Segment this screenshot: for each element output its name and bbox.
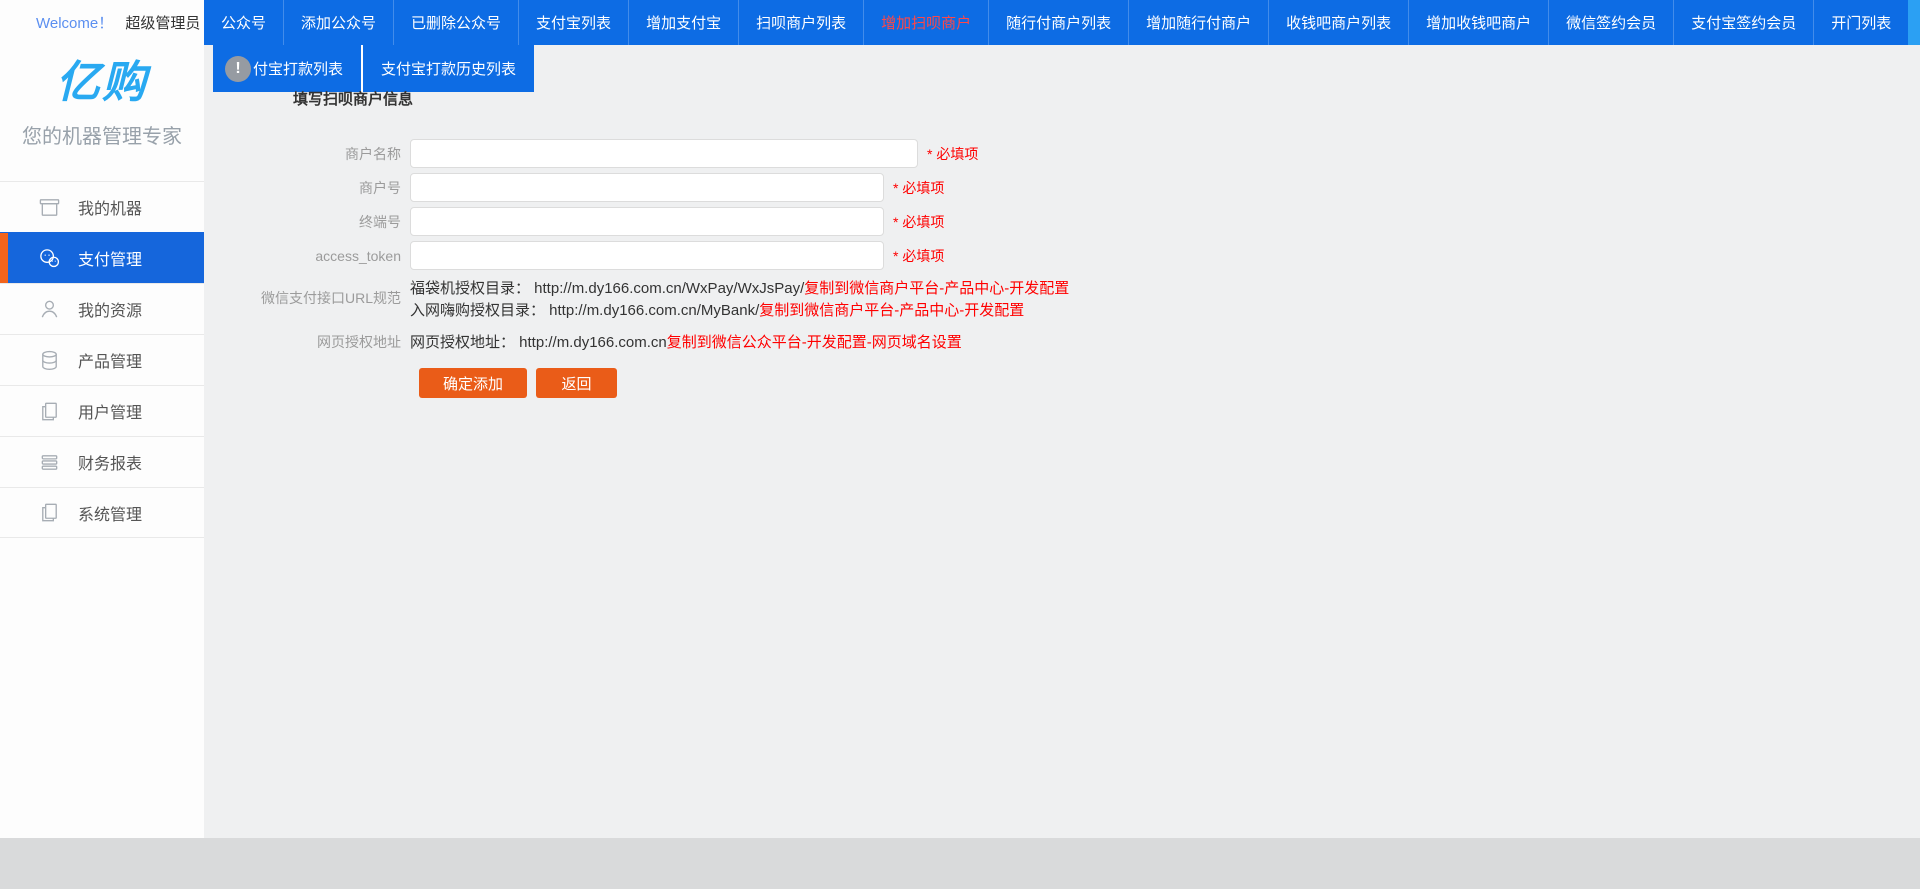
main-area: 公众号 添加公众号 已删除公众号 支付宝列表 增加支付宝 扫呗商户列表 增加扫呗…: [204, 0, 1920, 838]
form-row-merchant-id: 商户号 * 必填项: [204, 173, 1920, 202]
button-row: 确定添加 返回: [419, 368, 1920, 398]
finance-icon: [37, 450, 61, 474]
nav-item-official-accounts[interactable]: 公众号: [204, 0, 283, 45]
nav-item-alipay-signed-members[interactable]: 支付宝签约会员: [1673, 0, 1813, 45]
merchant-id-label: 商户号: [204, 178, 410, 198]
merchant-form: 商户名称 * 必填项 商户号 * 必填项 终端号 * 必填项 access_to…: [204, 139, 1920, 398]
welcome-text: Welcome！: [36, 15, 113, 32]
nav-item-add-official-account[interactable]: 添加公众号: [283, 0, 393, 45]
url-text: 入网嗨购授权目录： http://m.dy166.com.cn/MyBank/: [410, 302, 759, 319]
required-note: * 必填项: [927, 144, 978, 164]
machine-icon: [37, 195, 61, 219]
merchant-name-input[interactable]: [410, 139, 918, 168]
sidebar-item-label: 产品管理: [78, 348, 142, 372]
top-nav-items: 公众号 添加公众号 已删除公众号 支付宝列表 增加支付宝 扫呗商户列表 增加扫呗…: [204, 0, 1908, 45]
copy-instruction: 复制到微信商户平台-产品中心-开发配置: [759, 302, 1024, 319]
copy-instruction: 复制到微信商户平台-产品中心-开发配置: [804, 280, 1069, 297]
wechat-url-spec-section: 微信支付接口URL规范 福袋机授权目录： http://m.dy166.com.…: [204, 278, 1920, 321]
form-row-access-token: access_token * 必填项: [204, 241, 1920, 270]
sub-tabbar: ! 付宝打款列表 支付宝打款历史列表: [213, 45, 534, 92]
nav-item-suixingpay-merchant-list[interactable]: 随行付商户列表: [988, 0, 1128, 45]
sidebar-menu: 我的机器 支付管理 我的资源 产品管理: [0, 181, 204, 538]
tab-alipay-transfer-history-list[interactable]: 支付宝打款历史列表: [363, 45, 534, 92]
form-title: 填写扫呗商户信息: [293, 88, 413, 109]
merchant-id-input[interactable]: [410, 173, 884, 202]
sidebar-item-label: 系统管理: [78, 501, 142, 525]
sidebar-item-finance-reports[interactable]: 财务报表: [0, 436, 204, 487]
nav-item-add-shouqianba-merchant[interactable]: 增加收钱吧商户: [1408, 0, 1548, 45]
back-button[interactable]: 返回: [536, 368, 617, 398]
form-row-merchant-name: 商户名称 * 必填项: [204, 139, 1920, 168]
web-auth-row: 网页授权地址 网页授权地址： http://m.dy166.com.cn复制到微…: [204, 331, 1920, 352]
nav-item-shouqianba-merchant-list[interactable]: 收钱吧商户列表: [1268, 0, 1408, 45]
nav-item-wechat-signed-members[interactable]: 微信签约会员: [1548, 0, 1673, 45]
nav-item-deleted-official-accounts[interactable]: 已删除公众号: [393, 0, 518, 45]
sidebar-item-my-machines[interactable]: 我的机器: [0, 181, 204, 232]
brand-logo: 亿购: [0, 46, 204, 110]
user-icon: [37, 399, 61, 423]
access-token-input[interactable]: [410, 241, 884, 270]
sidebar-item-my-resources[interactable]: 我的资源: [0, 283, 204, 334]
product-icon: [37, 348, 61, 372]
sidebar-item-label: 我的机器: [78, 195, 142, 219]
system-icon: [37, 501, 61, 525]
subtab-label: 支付宝打款历史列表: [381, 58, 516, 79]
sidebar: Welcome！ 超级管理员 退出 亿购 您的机器管理专家 我的机器 支付管理: [0, 0, 204, 838]
confirm-add-button[interactable]: 确定添加: [419, 368, 527, 398]
sidebar-item-user-management[interactable]: 用户管理: [0, 385, 204, 436]
web-auth-text: 网页授权地址： http://m.dy166.com.cn: [410, 331, 667, 352]
sidebar-item-label: 用户管理: [78, 399, 142, 423]
required-note: * 必填项: [893, 178, 944, 198]
fudaiji-auth-directory-line: 福袋机授权目录： http://m.dy166.com.cn/WxPay/WxJ…: [410, 278, 1069, 300]
sidebar-item-system-management[interactable]: 系统管理: [0, 487, 204, 538]
username: 超级管理员: [125, 15, 200, 32]
nav-item-add-saobei-merchant[interactable]: 增加扫呗商户: [863, 0, 988, 45]
welcome-row: Welcome！ 超级管理员 退出: [0, 12, 204, 33]
nav-item-alipay-list[interactable]: 支付宝列表: [518, 0, 628, 45]
url-text: 福袋机授权目录： http://m.dy166.com.cn/WxPay/WxJ…: [410, 280, 804, 297]
web-auth-label: 网页授权地址: [204, 332, 410, 352]
sidebar-item-payment-management[interactable]: 支付管理: [0, 232, 204, 283]
merchant-name-label: 商户名称: [204, 144, 410, 164]
sidebar-item-label: 支付管理: [78, 246, 142, 270]
top-navbar: 公众号 添加公众号 已删除公众号 支付宝列表 增加支付宝 扫呗商户列表 增加扫呗…: [204, 0, 1920, 45]
nav-item-add-suixingpay-merchant[interactable]: 增加随行付商户: [1128, 0, 1268, 45]
nav-item-saobei-merchant-list[interactable]: 扫呗商户列表: [738, 0, 863, 45]
url-lines: 福袋机授权目录： http://m.dy166.com.cn/WxPay/WxJ…: [410, 278, 1069, 321]
nav-item-door-list[interactable]: 开门列表: [1813, 0, 1908, 45]
brand: 亿购 您的机器管理专家: [0, 46, 204, 149]
payment-icon: [37, 246, 61, 270]
ruwang-haigou-auth-directory-line: 入网嗨购授权目录： http://m.dy166.com.cn/MyBank/复…: [410, 300, 1069, 322]
page-bottom-strip: [0, 838, 1920, 889]
copy-instruction: 复制到微信公众平台-开发配置-网页域名设置: [667, 331, 962, 352]
nav-item-add-alipay[interactable]: 增加支付宝: [628, 0, 738, 45]
brand-tagline: 您的机器管理专家: [0, 120, 204, 149]
alert-badge-icon: !: [225, 56, 251, 82]
access-token-label: access_token: [204, 248, 410, 264]
resource-icon: [37, 297, 61, 321]
terminal-id-input[interactable]: [410, 207, 884, 236]
tab-alipay-transfer-list[interactable]: ! 付宝打款列表: [213, 45, 361, 92]
required-note: * 必填项: [893, 246, 944, 266]
sidebar-item-label: 我的资源: [78, 297, 142, 321]
terminal-id-label: 终端号: [204, 212, 410, 232]
sidebar-item-label: 财务报表: [78, 450, 142, 474]
app-window: Welcome！ 超级管理员 退出 亿购 您的机器管理专家 我的机器 支付管理: [0, 0, 1920, 838]
subtab-label: 付宝打款列表: [253, 58, 343, 79]
wechat-url-spec-label: 微信支付接口URL规范: [204, 278, 410, 321]
sidebar-item-product-management[interactable]: 产品管理: [0, 334, 204, 385]
required-note: * 必填项: [893, 212, 944, 232]
form-row-terminal-id: 终端号 * 必填项: [204, 207, 1920, 236]
